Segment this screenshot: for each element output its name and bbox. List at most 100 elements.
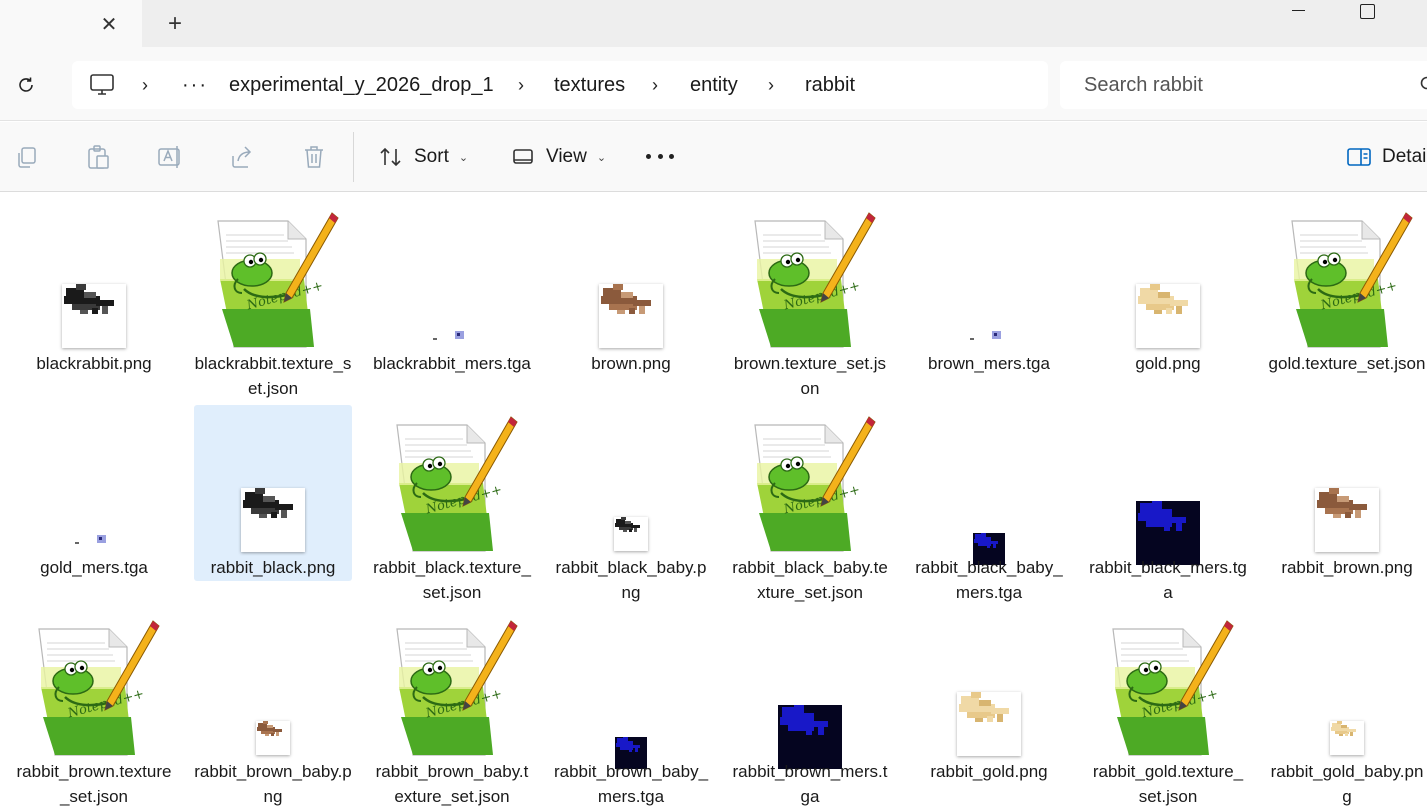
file-thumbnail [552, 617, 710, 757]
file-item[interactable]: rabbit_gold_baby.png [1268, 609, 1426, 785]
breadcrumb-overflow[interactable]: ··· [182, 73, 208, 97]
refresh-button[interactable] [10, 69, 42, 101]
breadcrumb-chevron[interactable]: › [652, 73, 658, 97]
file-name: rabbit_gold.png [910, 759, 1068, 784]
file-thumbnail [731, 617, 889, 757]
paste-icon[interactable] [85, 144, 111, 170]
file-name: rabbit_brown_baby.texture_set.json [373, 759, 531, 809]
maximize-button[interactable] [1351, 0, 1383, 24]
image-thumbnail [599, 284, 663, 348]
file-name: blackrabbit_mers.tga [373, 351, 531, 376]
file-item[interactable]: rabbit_black_mers.tga [1089, 405, 1247, 581]
chevron-down-icon: ⌄ [459, 151, 468, 164]
file-thumbnail [1089, 209, 1247, 349]
file-name: brown.texture_set.json [731, 351, 889, 401]
breadcrumb-chevron[interactable]: › [768, 73, 774, 97]
search-input[interactable]: Search rabbit [1060, 61, 1427, 109]
file-item[interactable]: rabbit_brown.png [1268, 405, 1426, 581]
share-icon[interactable] [229, 144, 255, 170]
file-name: rabbit_black_mers.tga [1089, 555, 1247, 605]
breadcrumb-chevron[interactable]: › [518, 73, 524, 97]
file-name: rabbit_brown_mers.tga [731, 759, 889, 809]
file-item[interactable]: rabbit_brown_baby_mers.tga [552, 609, 710, 785]
file-thumbnail [15, 413, 173, 553]
image-thumbnail [614, 517, 648, 551]
breadcrumb-rabbit[interactable]: rabbit [805, 73, 855, 97]
file-item[interactable]: Notepad++ gold.texture_set.json [1268, 201, 1426, 377]
file-item[interactable]: brown_mers.tga [910, 201, 1068, 377]
rename-icon[interactable] [157, 144, 183, 170]
file-item[interactable]: Notepad++ rabbit_black.texture_set.json [373, 405, 531, 581]
file-item[interactable]: Notepad++ rabbit_gold.texture_set.json [1089, 609, 1247, 785]
more-dot [658, 154, 663, 159]
chevron-down-icon: ⌄ [597, 151, 606, 164]
file-item[interactable]: Notepad++ blackrabbit.texture_set.json [194, 201, 352, 377]
delete-icon[interactable] [301, 144, 327, 170]
file-item[interactable]: Notepad++ brown.texture_set.json [731, 201, 889, 377]
command-bar: Sort ⌄ View ⌄ Detai [0, 122, 1427, 192]
breadcrumb-entity[interactable]: entity [690, 73, 738, 97]
view-icon [512, 146, 536, 168]
address-bar[interactable]: › ··· experimental_y_2026_drop_1 › textu… [72, 61, 1048, 109]
copy-icon[interactable] [14, 144, 40, 170]
image-thumbnail [241, 488, 305, 552]
view-label: View [546, 146, 587, 168]
more-options-button[interactable] [646, 146, 674, 166]
this-pc-icon[interactable] [88, 73, 116, 97]
close-tab-button[interactable]: ✕ [96, 11, 122, 37]
file-thumbnail: Notepad++ [373, 617, 531, 757]
address-row: › ··· experimental_y_2026_drop_1 › textu… [0, 47, 1427, 121]
file-thumbnail [1268, 413, 1426, 553]
file-item[interactable]: rabbit_brown_mers.tga [731, 609, 889, 785]
file-item[interactable]: blackrabbit.png [15, 201, 173, 377]
file-thumbnail [910, 413, 1068, 553]
file-name: rabbit_brown.texture_set.json [15, 759, 173, 809]
tab-strip: ✕ + [0, 0, 1427, 47]
file-item[interactable]: rabbit_brown_baby.png [194, 609, 352, 785]
file-item[interactable]: rabbit_black_baby.png [552, 405, 710, 581]
file-thumbnail: Notepad++ [373, 413, 531, 553]
search-placeholder: Search rabbit [1084, 74, 1203, 97]
file-thumbnail [1089, 413, 1247, 553]
notepad-plus-plus-icon: Notepad++ [383, 413, 523, 553]
file-item[interactable]: rabbit_black.png [194, 405, 352, 581]
file-thumbnail [552, 209, 710, 349]
view-button[interactable]: View ⌄ [512, 142, 606, 172]
file-item[interactable]: rabbit_black_baby_mers.tga [910, 405, 1068, 581]
file-name: rabbit_brown_baby.png [194, 759, 352, 809]
file-item[interactable]: gold.png [1089, 201, 1247, 377]
minimize-button[interactable] [1283, 0, 1315, 24]
details-pane-button[interactable]: Detai [1346, 142, 1426, 172]
file-name: rabbit_gold.texture_set.json [1089, 759, 1247, 809]
sort-button[interactable]: Sort ⌄ [378, 142, 468, 172]
notepad-plus-plus-icon: Notepad++ [1099, 617, 1239, 757]
file-thumbnail [910, 209, 1068, 349]
notepad-plus-plus-icon: Notepad++ [25, 617, 165, 757]
file-name: rabbit_brown.png [1268, 555, 1426, 580]
notepad-plus-plus-icon: Notepad++ [204, 209, 344, 349]
active-tab[interactable]: ✕ [0, 0, 142, 47]
file-thumbnail: Notepad++ [1089, 617, 1247, 757]
image-thumbnail [62, 284, 126, 348]
image-thumbnail [1315, 488, 1379, 552]
tga-thumbnail [73, 531, 113, 547]
file-name: gold.texture_set.json [1268, 351, 1426, 376]
new-tab-button[interactable]: + [160, 11, 190, 37]
file-thumbnail: Notepad++ [15, 617, 173, 757]
file-item[interactable]: rabbit_gold.png [910, 609, 1068, 785]
notepad-plus-plus-icon: Notepad++ [741, 209, 881, 349]
file-item[interactable]: Notepad++ rabbit_brown.texture_set.json [15, 609, 173, 785]
image-thumbnail [957, 692, 1021, 756]
breadcrumb-chevron[interactable]: › [142, 73, 148, 97]
file-item[interactable]: gold_mers.tga [15, 405, 173, 581]
file-item[interactable]: Notepad++ rabbit_brown_baby.texture_set.… [373, 609, 531, 785]
breadcrumb-experimental[interactable]: experimental_y_2026_drop_1 [229, 73, 494, 97]
file-item[interactable]: brown.png [552, 201, 710, 377]
file-item[interactable]: blackrabbit_mers.tga [373, 201, 531, 377]
file-item[interactable]: Notepad++ rabbit_black_baby.texture_set.… [731, 405, 889, 581]
file-name: blackrabbit.png [15, 351, 173, 376]
notepad-plus-plus-icon: Notepad++ [383, 617, 523, 757]
breadcrumb-textures[interactable]: textures [554, 73, 625, 97]
file-thumbnail [1268, 617, 1426, 757]
sort-label: Sort [414, 146, 449, 168]
